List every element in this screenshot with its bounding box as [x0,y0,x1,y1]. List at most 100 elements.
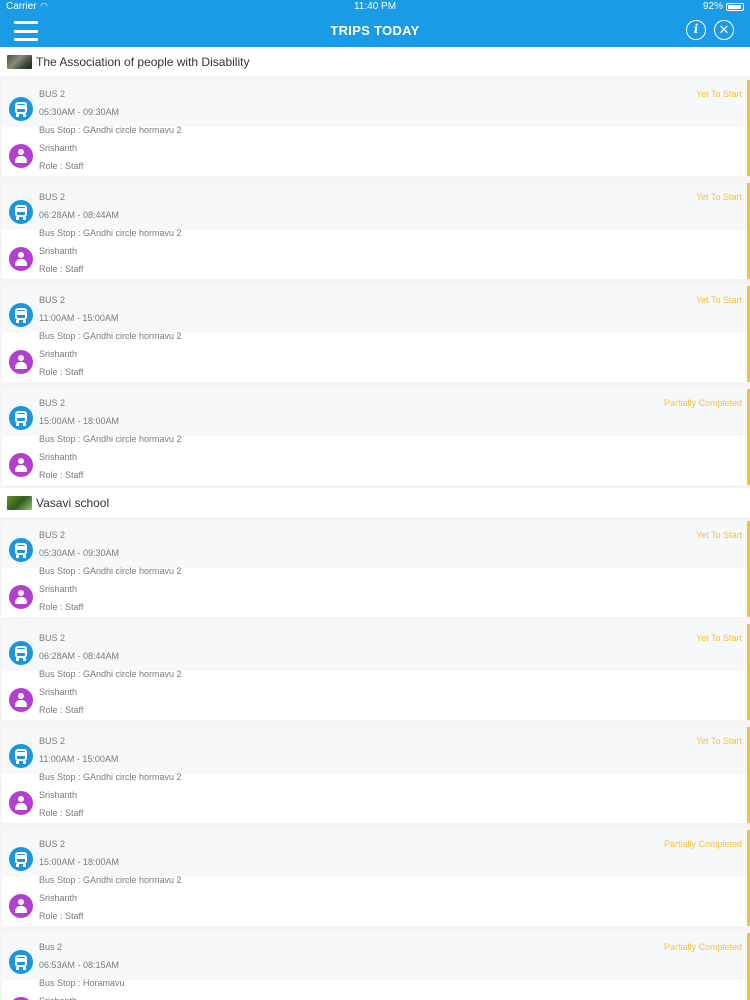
person-icon [9,894,33,918]
person-role: Role : Staff [39,602,84,612]
trip-card[interactable]: Bus 2 06:53AM - 08:15AM Bus Stop : Horamav… [2,933,750,1000]
group-header: The Association of people with Disabilit… [0,47,750,76]
person-role: Role : Staff [39,264,84,274]
trip-row[interactable]: BUS 2 15:00AM - 18:00AM Bus Stop : GAndhi … [0,385,750,488]
bus-stop: Bus Stop : Horamavu [39,978,125,988]
bus-stop: Bus Stop : GAndhi circle hormavu 2 [39,434,182,444]
person-name: Srishanth [39,893,78,903]
status-badge: Yet To Start [695,530,742,540]
bus-icon [9,538,33,562]
bus-icon [9,847,33,871]
person-name: Srishanth [39,687,78,697]
trip-list[interactable]: The Association of people with Disabilit… [0,47,750,1000]
organization-name: The Association of people with Disabilit… [36,54,250,69]
person-role: Role : Staff [39,367,84,377]
person-icon [9,144,33,168]
trip-row[interactable]: BUS 2 11:00AM - 15:00AM Bus Stop : GAndhi … [0,282,750,385]
bus-stop: Bus Stop : GAndhi circle hormavu 2 [39,772,182,782]
bus-icon [9,950,33,974]
trip-card[interactable]: BUS 2 06:28AM - 08:44AM Bus Stop : GAndhi … [2,183,750,279]
trip-row[interactable]: BUS 2 11:00AM - 15:00AM Bus Stop : GAndhi … [0,723,750,826]
bus-stop: Bus Stop : GAndhi circle hormavu 2 [39,228,182,238]
info-icon[interactable]: i [686,20,706,40]
trip-row[interactable]: BUS 2 05:30AM - 09:30AM Bus Stop : GAndhi … [0,76,750,179]
trip-card[interactable]: BUS 2 15:00AM - 18:00AM Bus Stop : GAndhi … [2,389,750,485]
bus-icon [9,200,33,224]
person-role: Role : Staff [39,808,84,818]
bus-name: BUS 2 [39,89,66,99]
person-icon [9,247,33,271]
trip-time: 11:00AM - 15:00AM [39,754,119,764]
trip-card[interactable]: BUS 2 11:00AM - 15:00AM Bus Stop : GAndhi … [2,286,750,382]
trip-card[interactable]: BUS 2 06:28AM - 08:44AM Bus Stop : GAndhi … [2,624,750,720]
person-name: Srishanth [39,584,78,594]
trip-card[interactable]: BUS 2 05:30AM - 09:30AM Bus Stop : GAndhi … [2,521,750,617]
bus-name: BUS 2 [39,295,66,305]
status-badge: Partially Completed [663,942,742,952]
person-icon [9,688,33,712]
nav-bar: TRIPS TODAY i ✕ [0,14,750,47]
status-badge: Yet To Start [695,633,742,643]
person-role: Role : Staff [39,911,84,921]
person-name: Srishanth [39,143,78,153]
battery-indicator: 92% [703,1,744,12]
status-badge: Yet To Start [695,89,742,99]
person-icon [9,453,33,477]
person-name: Srishanth [39,790,78,800]
trip-row[interactable]: Bus 2 06:53AM - 08:15AM Bus Stop : Horamav… [0,929,750,1000]
trip-card[interactable]: BUS 2 05:30AM - 09:30AM Bus Stop : GAndhi … [2,80,750,176]
status-bar: Carrier ◠ 11:40 PM 92% [0,0,750,14]
trip-time: 15:00AM - 18:00AM [39,857,120,867]
person-icon [9,585,33,609]
battery-icon [726,2,744,11]
bus-icon [9,97,33,121]
person-name: Srishanth [39,452,78,462]
organization-name: Vasavi school [36,495,110,510]
trip-time: 06:28AM - 08:44AM [39,651,120,661]
trip-row[interactable]: BUS 2 15:00AM - 18:00AM Bus Stop : GAndhi … [0,826,750,929]
person-name: Srishanth [39,996,77,1000]
organization-logo [7,495,32,510]
trip-row[interactable]: BUS 2 06:28AM - 08:44AM Bus Stop : GAndhi … [0,620,750,723]
person-icon [9,791,33,815]
trip-card[interactable]: BUS 2 11:00AM - 15:00AM Bus Stop : GAndhi … [2,727,750,823]
trip-time: 06:53AM - 08:15AM [39,960,120,970]
bus-stop: Bus Stop : GAndhi circle hormavu 2 [39,875,182,885]
person-name: Srishanth [39,246,78,256]
bus-name: BUS 2 [39,633,66,643]
page-title: TRIPS TODAY [330,23,420,38]
status-badge: Partially Completed [663,839,742,849]
trip-time: 05:30AM - 09:30AM [39,548,120,558]
bus-name: BUS 2 [39,530,66,540]
bus-stop: Bus Stop : GAndhi circle hormavu 2 [39,331,182,341]
bus-name: BUS 2 [39,398,66,408]
trip-card[interactable]: BUS 2 15:00AM - 18:00AM Bus Stop : GAndhi … [2,830,750,926]
person-icon [9,350,33,374]
bus-name: BUS 2 [39,736,66,746]
trip-time: 06:28AM - 08:44AM [39,210,120,220]
bus-name: BUS 2 [39,192,66,202]
bus-stop: Bus Stop : GAndhi circle hormavu 2 [39,566,182,576]
bus-icon [9,303,33,327]
trip-row[interactable]: BUS 2 06:28AM - 08:44AM Bus Stop : GAndhi … [0,179,750,282]
group-header: Vasavi school [0,488,750,517]
trip-time: 05:30AM - 09:30AM [39,107,120,117]
close-icon[interactable]: ✕ [714,20,734,40]
person-role: Role : Staff [39,161,84,171]
person-name: Srishanth [39,349,78,359]
battery-percent: 92% [702,1,723,12]
bus-name: Bus 2 [39,942,63,952]
person-role: Role : Staff [39,705,84,715]
bus-icon [9,744,33,768]
bus-icon [9,641,33,665]
bus-name: BUS 2 [39,839,66,849]
person-role: Role : Staff [39,470,84,480]
status-badge: Yet To Start [695,192,742,202]
bus-stop: Bus Stop : GAndhi circle hormavu 2 [39,125,182,135]
status-badge: Yet To Start [695,736,742,746]
organization-logo [7,54,32,69]
trip-time: 11:00AM - 15:00AM [39,313,119,323]
trip-row[interactable]: BUS 2 05:30AM - 09:30AM Bus Stop : GAndhi … [0,517,750,620]
bus-stop: Bus Stop : GAndhi circle hormavu 2 [39,669,182,679]
status-time: 11:40 PM [353,1,397,12]
